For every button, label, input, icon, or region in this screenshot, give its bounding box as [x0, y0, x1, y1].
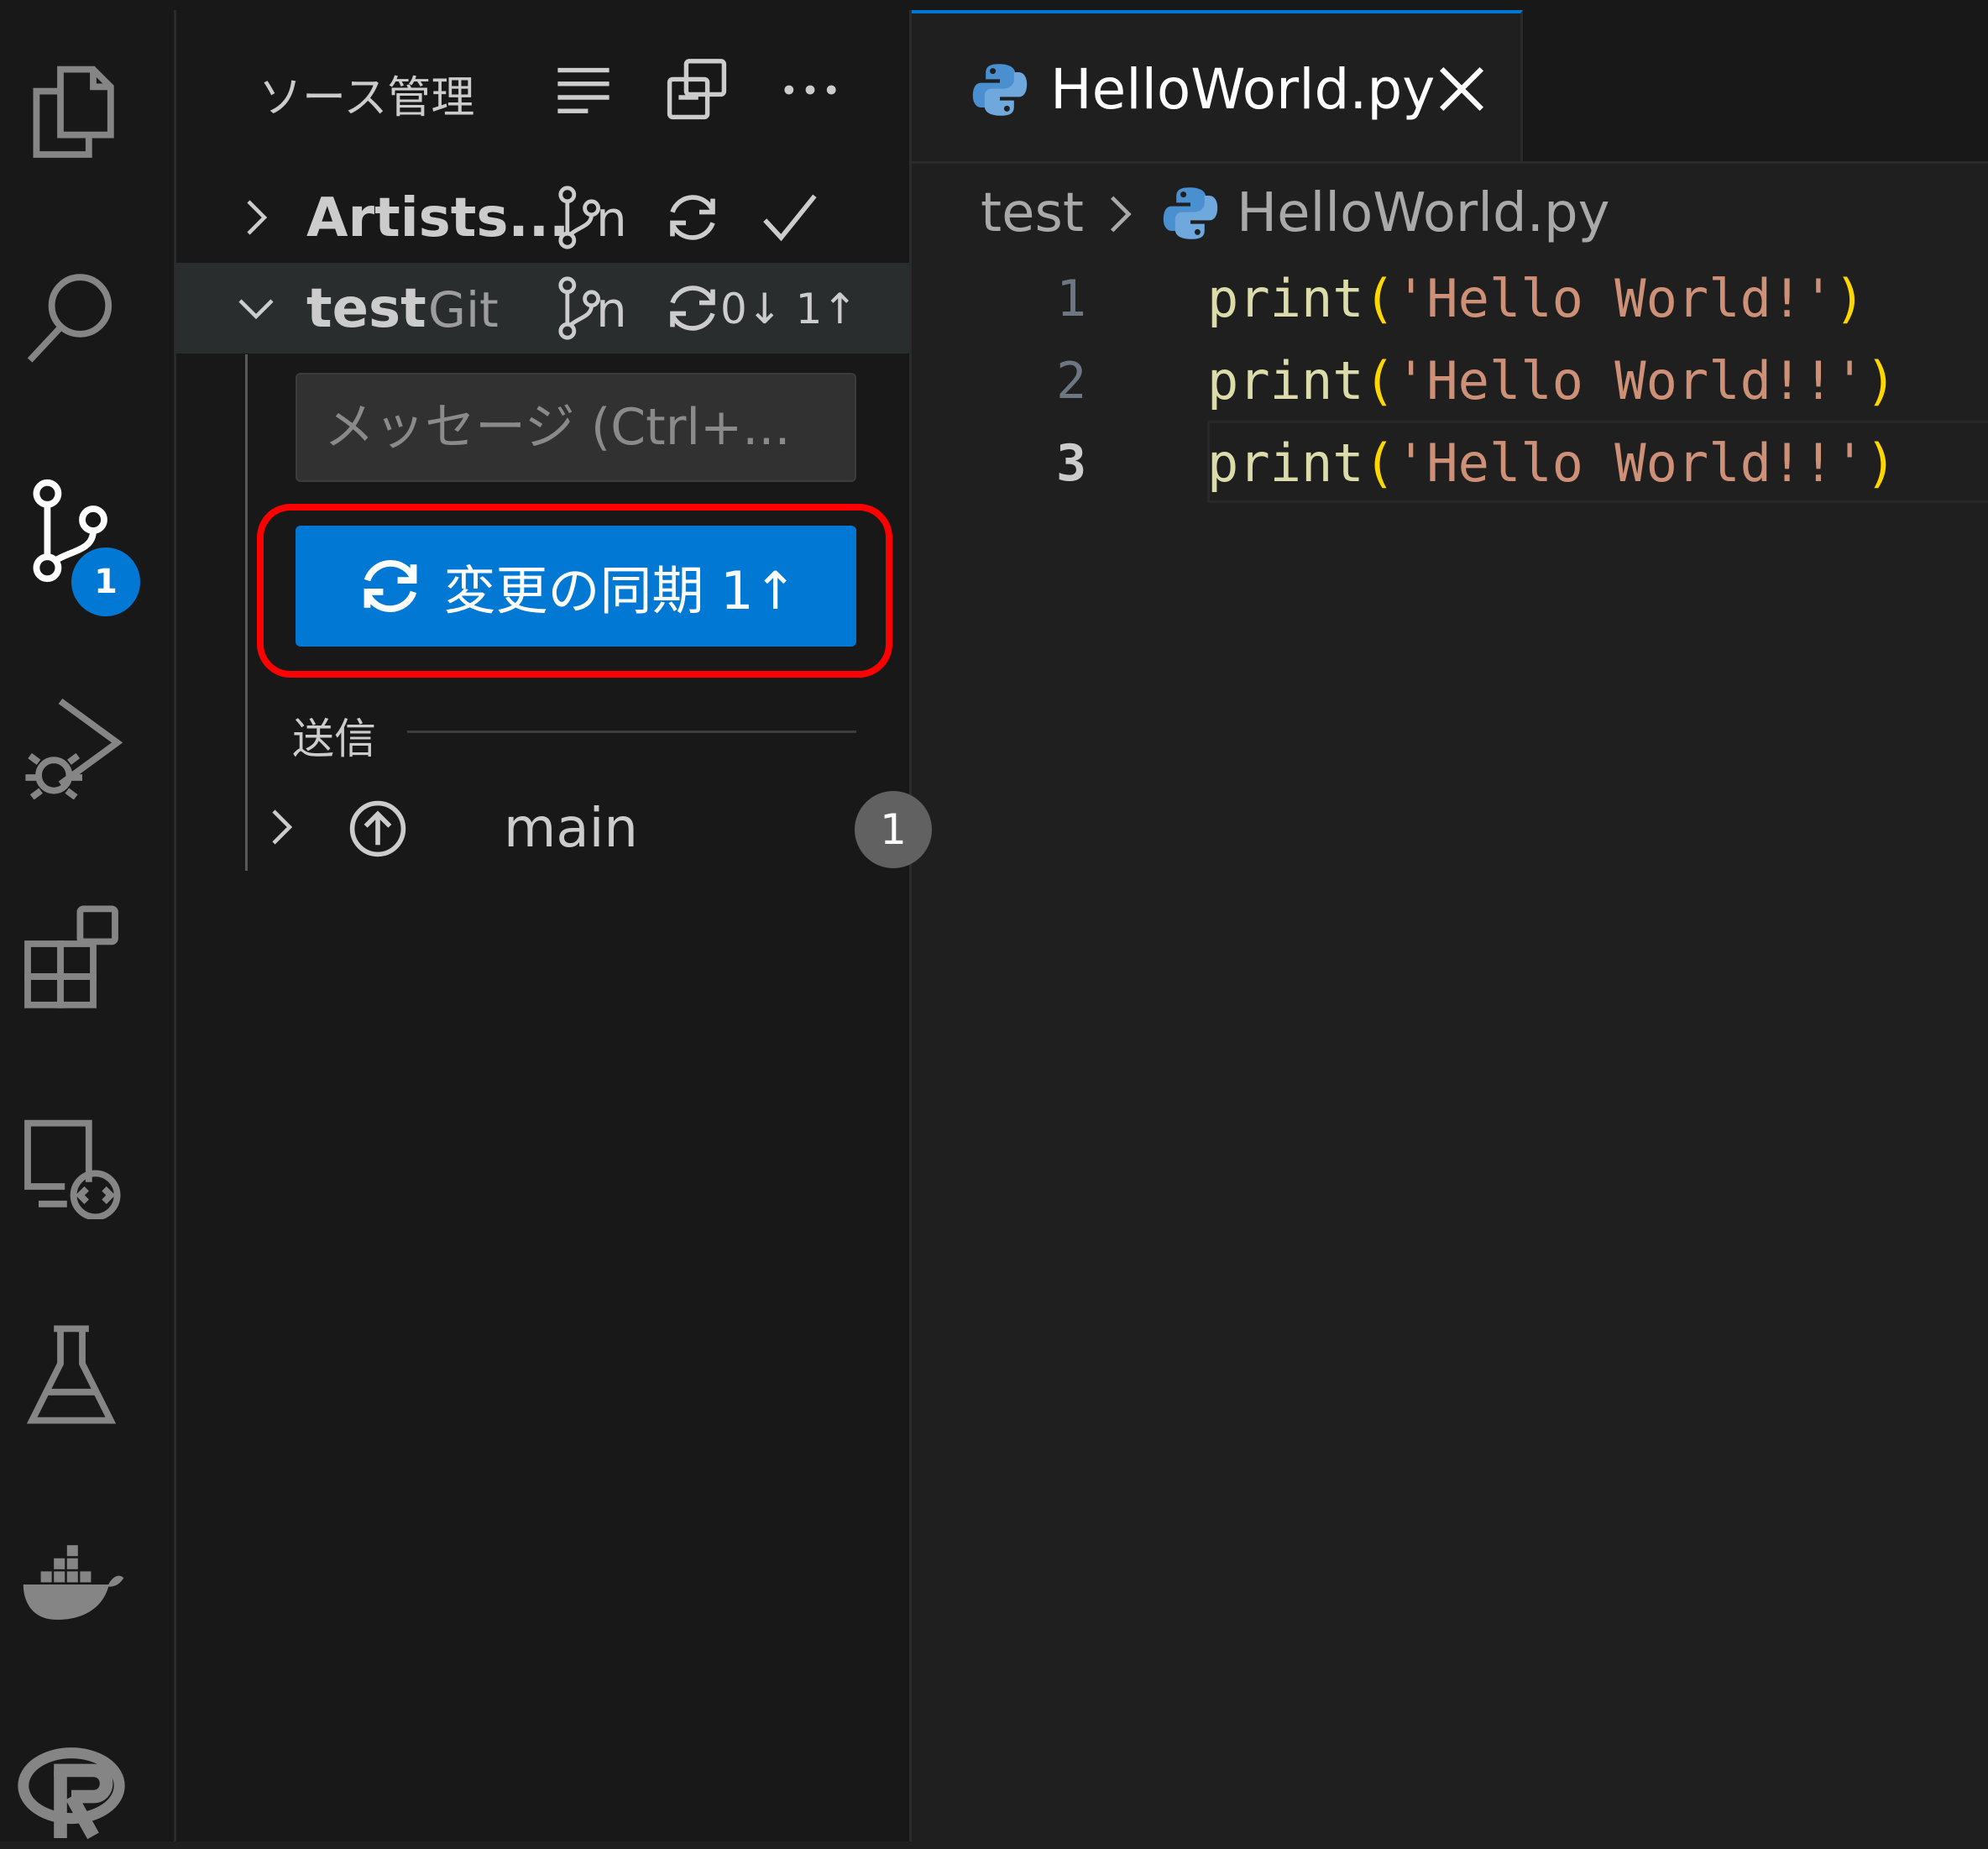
commit-message-input[interactable] [296, 373, 856, 482]
line-number: 2 [1055, 352, 1087, 411]
line-number: 1 [1055, 270, 1087, 328]
line-code: print('Hello World!!') [1207, 350, 1897, 411]
r-language-icon[interactable] [17, 1740, 126, 1849]
sync-counts: 0↓ 1↑ [720, 285, 858, 333]
more-actions-icon[interactable] [772, 52, 848, 128]
section-divider [407, 731, 856, 733]
run-debug-icon[interactable] [17, 690, 126, 799]
repo-kind: Git [428, 281, 499, 338]
sync-icon [364, 560, 417, 612]
breadcrumb: test HelloWorld.py [912, 164, 1988, 256]
remote-explorer-icon[interactable] [17, 1110, 126, 1219]
docker-icon[interactable] [17, 1530, 126, 1639]
extensions-icon[interactable] [17, 900, 126, 1009]
tree-indent-guide [245, 354, 248, 871]
line-code: print('Hello World!!') [1207, 432, 1897, 494]
breadcrumb-folder[interactable]: test [981, 182, 1084, 244]
branch-name: main [504, 798, 638, 860]
testing-icon[interactable] [17, 1320, 126, 1429]
sync-icon[interactable] [659, 275, 726, 342]
code-line-current: 3 print('Hello World!!') [912, 421, 1988, 503]
chevron-down-icon [238, 299, 274, 320]
sync-changes-button[interactable]: 変更の同期 1↑ [296, 526, 856, 647]
outgoing-branch-item[interactable]: main 1 [252, 783, 932, 875]
chevron-right-icon [272, 809, 293, 845]
activity-bar: 1 [0, 10, 176, 1841]
python-file-icon [1163, 187, 1218, 239]
repo-name: Artists... [306, 187, 570, 249]
view-as-list-icon[interactable] [546, 52, 621, 128]
branch-abbrev: n [596, 191, 627, 248]
chevron-right-icon [247, 200, 268, 235]
repo-name: test [306, 278, 426, 340]
outgoing-section-label: 送信 [292, 715, 376, 763]
chevron-right-icon [1110, 196, 1132, 233]
source-control-sidebar: ソース管理 Artists... n test Git n 0↓ 1↑ 変更の同… [176, 10, 932, 1841]
line-number: 3 [1055, 434, 1087, 493]
arrow-up-circle-icon [349, 800, 406, 857]
commit-check-icon[interactable] [756, 184, 823, 251]
explorer-icon[interactable] [17, 56, 126, 165]
line-code: print('Hello World!') [1207, 268, 1865, 329]
branch-abbrev: n [596, 281, 627, 338]
repo-row-artists[interactable]: Artists... n [176, 172, 909, 263]
repo-row-test[interactable]: test Git n 0↓ 1↑ [176, 263, 909, 354]
breadcrumb-file[interactable]: HelloWorld.py [1237, 182, 1609, 244]
close-icon[interactable] [1432, 60, 1491, 118]
collapse-all-icon[interactable] [659, 52, 735, 128]
code-line: 1 print('Hello World!') [912, 256, 1988, 338]
code-line: 2 print('Hello World!!') [912, 338, 1988, 421]
tab-label: HelloWorld.py [1050, 57, 1436, 122]
editor-tab-bar: HelloWorld.py [912, 10, 1988, 164]
sync-button-label: 変更の同期 1↑ [443, 560, 798, 621]
sync-icon[interactable] [659, 184, 726, 251]
search-icon[interactable] [17, 262, 126, 371]
python-file-icon [972, 64, 1028, 116]
tab-helloworld[interactable]: HelloWorld.py [912, 10, 1523, 161]
outgoing-count-badge: 1 [855, 791, 932, 868]
scm-badge: 1 [71, 547, 140, 616]
sidebar-title: ソース管理 [259, 73, 475, 123]
